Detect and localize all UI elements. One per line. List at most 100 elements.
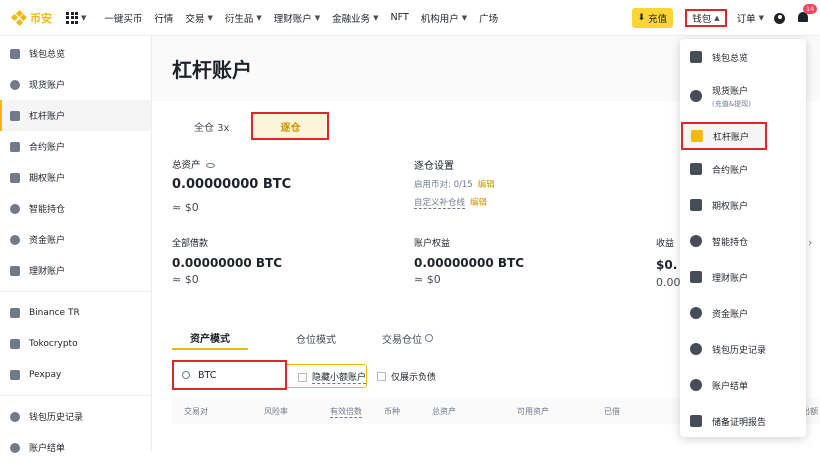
wallet-menu-button[interactable]: 钱包 ▲ <box>685 9 727 27</box>
tab-asset-mode[interactable]: 资产模式 <box>172 326 248 350</box>
column-header: 交易对 <box>184 407 208 416</box>
search-input[interactable]: BTC <box>172 360 287 390</box>
nav-trade-label: 交易 <box>185 13 205 25</box>
nav-institutional[interactable]: 机构用户 ▼ <box>421 11 467 25</box>
nav-nft[interactable]: NFT <box>391 12 409 23</box>
margin-icon <box>691 130 703 142</box>
menu-item-options[interactable]: 期权账户 <box>680 195 806 215</box>
sidebar-item-overview[interactable]: 钱包总览 <box>0 38 151 69</box>
sidebar-item-spot[interactable]: 现货账户 <box>0 69 151 100</box>
sidebar-item-label: 智能持仓 <box>29 205 66 215</box>
sidebar-item-binance-tr[interactable]: Binance TR <box>0 297 151 328</box>
binance-tr-icon <box>10 307 20 318</box>
menu-item-history[interactable]: 钱包历史记录 <box>680 339 806 359</box>
sidebar-item-options[interactable]: 期权账户 <box>0 162 151 193</box>
menu-item-smart[interactable]: 智能持仓 <box>680 231 806 251</box>
menu-item-label: 现货账户 <box>712 86 749 97</box>
sidebar-item-earn[interactable]: 理财账户 <box>0 255 151 286</box>
nav-square[interactable]: 广场 <box>479 11 498 25</box>
chevron-down-icon: ▼ <box>207 13 213 22</box>
liabilities-only-checkbox[interactable]: 仅展示负债 <box>377 370 436 383</box>
nav-markets[interactable]: 行情 <box>154 11 173 25</box>
menu-item-label: 杠杆账户 <box>713 132 750 143</box>
margin-icon <box>10 110 20 121</box>
sidebar: 钱包总览 现货账户 杠杆账户 合约账户 期权账户 智能持仓 资金账户 理财账户 … <box>0 36 152 454</box>
notification-button[interactable]: 14 <box>798 4 818 24</box>
chevron-right-icon[interactable]: › <box>808 236 812 249</box>
nav-buy-crypto[interactable]: 一键买币 <box>104 11 142 25</box>
spot-icon <box>690 90 702 102</box>
enabled-pairs-label: 启用币对: 0/15 <box>414 180 473 190</box>
tab-position-mode[interactable]: 仓位模式 <box>278 326 354 350</box>
sidebar-item-label: 账户结单 <box>29 444 66 454</box>
sidebar-item-label: 杠杆账户 <box>29 112 66 122</box>
menu-item-text: 现货账户 (充值&提现) <box>712 84 751 109</box>
edit-custom-line-link[interactable]: 编辑 <box>470 198 487 208</box>
binance-logo[interactable]: 币安 <box>10 9 52 26</box>
menu-item-funding[interactable]: 资金账户 <box>680 303 806 323</box>
chevron-down-icon: ▼ <box>373 13 379 22</box>
sidebar-item-label: Binance TR <box>29 307 80 318</box>
sidebar-item-label: 期权账户 <box>29 174 66 184</box>
deposit-label: 充值 <box>648 14 668 25</box>
nav-trade[interactable]: 交易 ▼ <box>185 11 212 25</box>
chevron-down-icon: ▼ <box>314 13 321 22</box>
menu-item-label: 智能持仓 <box>712 237 749 248</box>
sidebar-item-funding[interactable]: 资金账户 <box>0 224 151 255</box>
earnings-value: $0. <box>656 258 678 272</box>
info-icon[interactable] <box>425 334 433 342</box>
nav-derivatives[interactable]: 衍生品 ▼ <box>225 11 262 25</box>
options-icon <box>690 199 702 211</box>
column-header: 可用资产 <box>517 407 549 416</box>
edit-pairs-link[interactable]: 编辑 <box>478 180 495 190</box>
menu-item-overview[interactable]: 钱包总览 <box>680 47 806 67</box>
earn-icon <box>690 271 702 283</box>
equity-usd: ≈ $0 <box>414 273 441 286</box>
menu-item-earn[interactable]: 理财账户 <box>680 267 806 287</box>
tab-trading-positions[interactable]: 交易仓位 <box>364 326 451 350</box>
nav-finance[interactable]: 金融业务 ▼ <box>332 11 378 25</box>
menu-item-futures[interactable]: 合约账户 <box>680 159 806 179</box>
menu-item-statement[interactable]: 账户结单 <box>680 375 806 395</box>
chevron-down-icon: ▼ <box>81 13 87 22</box>
nav-finance-label: 金融业务 <box>332 13 371 25</box>
sidebar-item-margin[interactable]: 杠杆账户 <box>0 100 151 131</box>
tab-isolated-margin[interactable]: 逐仓 <box>251 112 330 140</box>
spot-icon <box>10 79 20 90</box>
liabilities-only-label: 仅展示负债 <box>391 373 437 383</box>
tokocrypto-icon <box>10 338 20 349</box>
statement-icon <box>10 442 20 453</box>
hide-small-balances-checkbox[interactable]: 隐藏小额账户 <box>298 370 367 384</box>
total-assets-usd: ≈ $0 <box>172 201 199 214</box>
eye-icon[interactable] <box>205 163 215 168</box>
sidebar-item-history[interactable]: 钱包历史记录 <box>0 401 151 432</box>
nav-earn[interactable]: 理财账户 ▼ <box>274 11 320 25</box>
sidebar-item-smart[interactable]: 智能持仓 <box>0 193 151 224</box>
menu-item-margin[interactable]: 杠杆账户 <box>681 122 767 150</box>
deposit-button[interactable]: ⬇ 充值 <box>631 8 674 28</box>
nav-derivatives-label: 衍生品 <box>224 13 254 25</box>
tab-cross-margin[interactable]: 全仓 3x <box>172 112 251 140</box>
sidebar-item-pexpay[interactable]: Pexpay <box>0 359 151 390</box>
menu-item-spot[interactable]: 现货账户 (充值&提现) <box>680 83 806 109</box>
smart-icon <box>10 203 20 214</box>
user-icon[interactable] <box>774 12 785 24</box>
menu-item-label: 钱包总览 <box>712 53 749 64</box>
menu-item-label: 账户结单 <box>712 381 749 392</box>
menu-item-label: 合约账户 <box>712 165 749 176</box>
apps-grid-icon[interactable] <box>66 11 78 24</box>
custom-line-label: 自定义补仓线 <box>414 198 466 209</box>
nav-institutional-label: 机构用户 <box>420 13 459 25</box>
menu-item-reserves-report[interactable]: 储备证明报告 <box>680 411 806 431</box>
view-mode-tabs: 资产模式 仓位模式 交易仓位 <box>172 326 451 350</box>
equity-label: 账户权益 <box>414 239 451 249</box>
sidebar-item-futures[interactable]: 合约账户 <box>0 131 151 162</box>
options-icon <box>10 172 20 183</box>
menu-item-label: 理财账户 <box>712 273 749 284</box>
overview-icon <box>690 51 702 63</box>
orders-menu-button[interactable]: 订单 ▼ <box>737 11 764 25</box>
sidebar-item-label: 钱包总览 <box>29 50 66 60</box>
download-icon: ⬇ <box>637 13 646 23</box>
sidebar-item-statement[interactable]: 账户结单 <box>0 432 151 463</box>
sidebar-item-tokocrypto[interactable]: Tokocrypto <box>0 328 151 359</box>
